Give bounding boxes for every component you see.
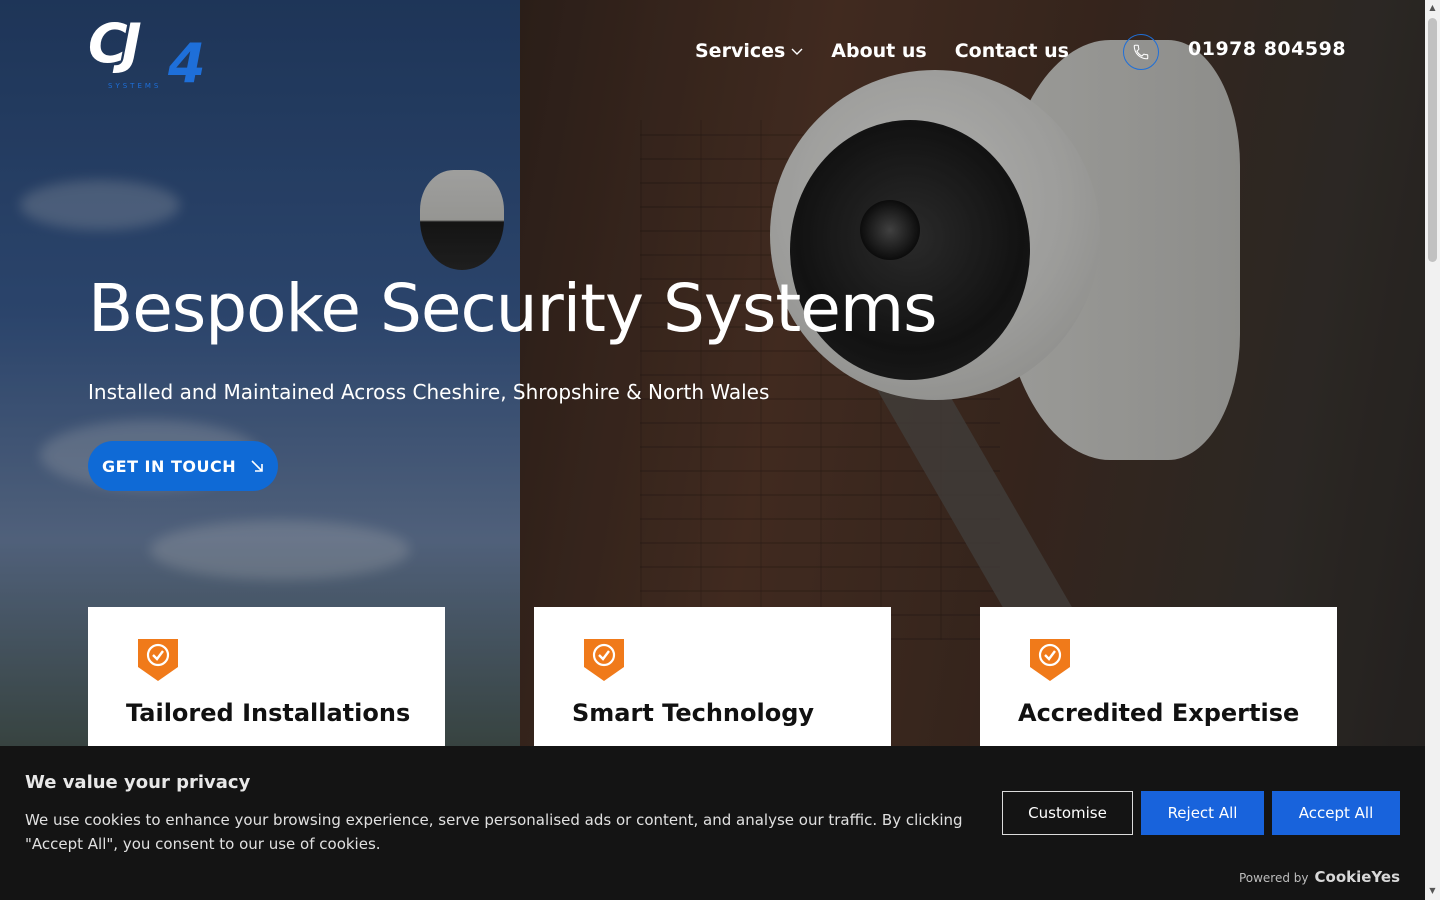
cookie-text: We use cookies to enhance your browsing … [25, 811, 963, 853]
phone-glyph [1133, 44, 1149, 60]
cookieyes-logo: CookieYes [1314, 868, 1401, 886]
feature-title: Accredited Expertise [1018, 699, 1300, 727]
feature-card: Tailored Installations [88, 607, 445, 767]
logo-systems: SYSTEMS [108, 82, 161, 90]
main-nav: Services About us Contact us [695, 40, 1069, 62]
powered-by[interactable]: Powered by CookieYes [1239, 868, 1400, 886]
feature-title: Smart Technology [572, 699, 815, 727]
cookie-banner: We value your privacy We use cookies to … [0, 746, 1425, 900]
hero-subtitle: Installed and Maintained Across Cheshire… [88, 380, 770, 404]
shield-check-icon [138, 639, 178, 681]
hero-title: Bespoke Security Systems [88, 270, 938, 347]
arrow-down-right-icon [251, 460, 263, 472]
logo-graphic: CJ 4 SYSTEMS [88, 12, 206, 95]
nav-item-label: Services [695, 40, 786, 62]
scroll-down-icon[interactable]: ▼ [1428, 886, 1437, 896]
nav-item-label: Contact us [954, 40, 1069, 62]
get-in-touch-button[interactable]: GET IN TOUCH [88, 441, 278, 491]
feature-card: Smart Technology [534, 607, 891, 767]
feature-title: Tailored Installations [126, 699, 411, 727]
nav-item-contact[interactable]: Contact us [955, 40, 1069, 62]
scroll-up-icon[interactable]: ▲ [1428, 3, 1437, 13]
cookie-title: We value your privacy [25, 772, 251, 793]
logo-cj: CJ [88, 12, 141, 75]
logo-4: 4 [167, 32, 206, 90]
accept-all-button[interactable]: Accept All [1272, 791, 1400, 835]
phone-number[interactable]: 01978 804598 [1188, 38, 1346, 60]
site-logo[interactable]: CJ 4 SYSTEMS [88, 10, 228, 95]
phone-icon[interactable] [1123, 34, 1159, 70]
customise-button[interactable]: Customise [1002, 791, 1133, 835]
shield-check-icon [584, 639, 624, 681]
nav-item-label: About us [831, 40, 927, 62]
cta-label: GET IN TOUCH [102, 456, 237, 476]
shield-check-icon [1030, 639, 1070, 681]
reject-all-button[interactable]: Reject All [1141, 791, 1264, 835]
feature-card: Accredited Expertise [980, 607, 1337, 767]
chevron-down-icon [791, 48, 803, 55]
scrollbar-thumb[interactable] [1428, 18, 1437, 262]
nav-item-services[interactable]: Services [695, 40, 803, 62]
nav-item-about[interactable]: About us [831, 40, 926, 62]
page-scrollbar[interactable]: ▲ ▼ [1425, 0, 1440, 900]
powered-by-label: Powered by [1238, 871, 1309, 885]
